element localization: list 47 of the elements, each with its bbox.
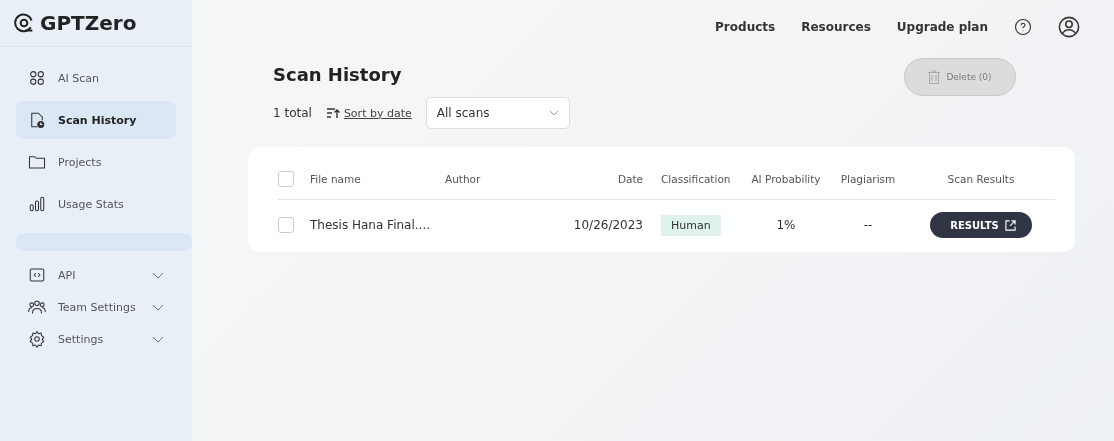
select-all-checkbox[interactable] [278,171,294,187]
trash-icon [928,70,941,84]
column-header: File name [310,173,362,185]
nav-link[interactable]: Resources [801,20,871,34]
people-icon [28,298,46,316]
sidebar-item[interactable]: Usage Stats [16,185,176,223]
sidebar-item[interactable]: Team Settings [16,293,176,321]
scan-filter-dropdown[interactable]: All scans [425,97,570,129]
column-header: Classification [660,173,732,185]
help-icon[interactable] [1014,18,1032,36]
grid-icon [28,69,46,87]
ai-probability-cell: 1% [776,218,796,232]
sidebar-item[interactable]: API [16,261,176,289]
date-cell-text: 10/26/2023 [572,218,643,232]
account-icon[interactable] [1058,16,1080,38]
file-name-cell[interactable]: Thesis Hana Final.... [310,218,445,232]
page-title: Scan History [273,64,403,85]
nav-link[interactable]: Products [715,20,776,34]
logo-icon [14,13,34,33]
column-header: AI Probability [751,173,821,185]
sidebar-item[interactable]: AI Scan [16,59,176,97]
logo-text: GPTZero [40,11,137,35]
nav-link[interactable]: Upgrade plan [896,20,988,34]
sidebar-item[interactable]: Settings [16,325,176,353]
row-checkbox[interactable] [278,217,294,233]
chevron-icon [548,110,559,116]
settings-icon [28,330,46,348]
external-link-icon [1004,219,1016,231]
chevron-icon [152,303,164,311]
column-header: Author [445,173,482,185]
bar-chart-icon [28,195,46,213]
column-header: Date [616,173,643,185]
chevron-icon [152,335,164,343]
code-icon [28,266,46,284]
sort-link[interactable]: Sort by date [343,106,412,120]
folder-icon [28,153,46,171]
sort-icon [325,107,340,119]
chevron-icon [152,271,164,279]
plagiarism-cell: -- [863,218,873,232]
column-header: Scan Results [947,173,1015,185]
column-header: Plagiarism [840,173,896,185]
total-count: 1 total [273,106,312,120]
sidebar-item[interactable]: Scan History [16,101,176,139]
file-clock-icon [28,111,46,129]
results-button[interactable]: RESULTS [930,212,1032,238]
sidebar-item[interactable]: Projects [16,143,176,181]
classification-tag: Human [661,214,721,236]
